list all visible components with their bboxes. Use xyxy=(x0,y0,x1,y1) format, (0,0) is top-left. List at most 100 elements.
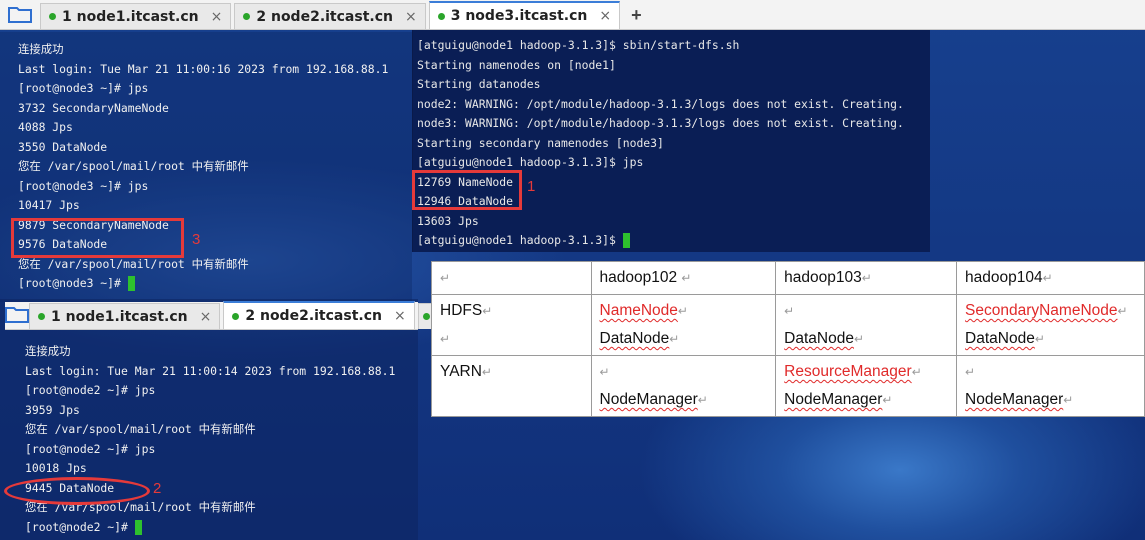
return-mark-icon: ↵ xyxy=(911,365,922,379)
close-icon[interactable]: × xyxy=(394,308,406,324)
terminal-line: [root@node2 ~]# jps xyxy=(25,441,156,456)
close-icon[interactable]: × xyxy=(200,309,212,325)
table-cell: ↵ xyxy=(431,261,592,295)
role-datanode: DataNode xyxy=(784,330,854,347)
terminal-line: node3: WARNING: /opt/module/hadoop-3.1.3… xyxy=(417,116,904,130)
table-cell: ↵ NodeManager↵ xyxy=(590,355,777,417)
close-icon[interactable]: × xyxy=(599,8,611,24)
tab-node2[interactable]: 2 node2.itcast.cn × xyxy=(234,3,426,29)
tab-node1[interactable]: 1 node1.itcast.cn × xyxy=(29,303,221,329)
cursor xyxy=(127,276,135,291)
table-header-cell: hadoop103↵ xyxy=(775,261,958,295)
tab-node3[interactable]: 3 node3.itcast.cn × xyxy=(428,1,621,29)
return-mark-icon: ↵ xyxy=(1042,271,1053,285)
terminal-line: 连接成功 xyxy=(18,42,64,56)
table-cell: YARN↵ xyxy=(431,355,592,417)
terminal-line: [root@node3 ~]# jps xyxy=(18,81,149,95)
terminal-line: Last login: Tue Mar 21 11:00:16 2023 fro… xyxy=(18,61,389,76)
terminal-line: 您在 /var/spool/mail/root 中有新邮件 xyxy=(25,422,256,436)
table-cell: ↵ DataNode↵ xyxy=(775,294,958,356)
highlight-ellipse-node2 xyxy=(4,477,150,505)
return-mark-icon: ↵ xyxy=(681,271,692,285)
return-mark-icon: ↵ xyxy=(784,304,795,318)
terminal-line: 4088 Jps xyxy=(18,120,73,134)
tab-label: 1 node1.itcast.cn xyxy=(51,308,188,325)
role-nodemanager: NodeManager xyxy=(965,391,1064,408)
prompt-text: [root@node2 ~]# xyxy=(25,519,135,534)
connected-dot-icon xyxy=(38,313,45,320)
role-resourcemanager: ResourceManager xyxy=(784,363,912,380)
table-row-yarn: YARN↵ ↵ NodeManager↵ ResourceManager↵ Node… xyxy=(431,355,1145,417)
prompt-text: [atguigu@node1 hadoop-3.1.3]$ xyxy=(417,233,623,247)
tab-label: 2 node2.itcast.cn xyxy=(256,8,393,25)
return-mark-icon: ↵ xyxy=(440,271,451,285)
node2-tab-bar: 1 node1.itcast.cn × 2 node2.itcast.cn × xyxy=(5,299,435,330)
terminal-line: 13603 Jps xyxy=(417,213,479,228)
annotation-number-3: 3 xyxy=(192,231,201,248)
node2-terminal[interactable]: 连接成功 Last login: Tue Mar 21 11:00:14 2023… xyxy=(7,337,418,540)
return-mark-icon: ↵ xyxy=(481,365,492,379)
return-mark-icon: ↵ xyxy=(440,332,451,346)
return-mark-icon: ↵ xyxy=(599,365,610,379)
close-icon[interactable]: × xyxy=(211,9,223,25)
terminal-line: Starting secondary namenodes [node3] xyxy=(417,135,664,150)
terminal-line: 您在 /var/spool/mail/root 中有新邮件 xyxy=(18,159,249,173)
prompt-text: [root@node3 ~]# xyxy=(18,276,128,290)
return-mark-icon: ↵ xyxy=(677,304,688,318)
connected-dot-icon xyxy=(232,312,240,320)
table-header-cell: hadoop102 ↵ xyxy=(590,261,777,295)
add-tab-button[interactable]: + xyxy=(623,1,650,29)
cursor xyxy=(134,519,142,535)
terminal-line: Last login: Tue Mar 21 11:00:14 2023 fro… xyxy=(25,363,396,378)
node3-terminal[interactable]: 连接成功 Last login: Tue Mar 21 11:00:16 2023… xyxy=(0,32,412,302)
table-header-row: ↵ hadoop102 ↵ hadoop103↵ hadoop104↵ xyxy=(431,261,1145,295)
return-mark-icon: ↵ xyxy=(482,304,493,318)
table-cell: HDFS↵ ↵ xyxy=(431,294,592,356)
tab-node1[interactable]: 1 node1.itcast.cn × xyxy=(40,3,232,29)
return-mark-icon: ↵ xyxy=(882,393,893,407)
terminal-line: [root@node2 ~]# jps xyxy=(25,383,156,397)
table-cell: ↵ NodeManager↵ xyxy=(956,355,1145,417)
close-icon[interactable]: × xyxy=(405,9,417,25)
table-cell: SecondaryNameNode↵ DataNode↵ xyxy=(956,294,1145,356)
table-header-cell: hadoop104↵ xyxy=(956,261,1145,295)
terminal-line: 10018 Jps xyxy=(25,461,87,475)
role-secondarynamenode: SecondaryNameNode xyxy=(965,302,1118,319)
terminal-line: [root@node3 ~]# jps xyxy=(18,178,149,193)
terminal-line: Starting namenodes on [node1] xyxy=(417,57,616,72)
terminal-prompt-line: [atguigu@node1 hadoop-3.1.3]$ xyxy=(417,231,930,251)
return-mark-icon: ↵ xyxy=(853,332,865,346)
terminal-line: [atguigu@node1 hadoop-3.1.3]$ sbin/start… xyxy=(417,38,740,52)
return-mark-icon: ↵ xyxy=(861,271,872,285)
terminal-prompt-line: [root@node2 ~]# xyxy=(25,518,418,538)
role-nodemanager: NodeManager xyxy=(599,391,698,408)
tab-label: 2 node2.itcast.cn xyxy=(245,308,382,324)
folder-icon[interactable] xyxy=(5,299,29,329)
annotation-number-1: 1 xyxy=(527,178,536,195)
role-datanode: DataNode xyxy=(599,330,670,347)
terminal-line: node2: WARNING: /opt/module/hadoop-3.1.3… xyxy=(417,96,904,111)
header-hadoop102: hadoop102 xyxy=(599,269,678,286)
row-label-hdfs: HDFS xyxy=(440,302,483,319)
highlight-box-node3 xyxy=(11,218,184,258)
tab-node2[interactable]: 2 node2.itcast.cn × xyxy=(223,301,415,329)
tab-label: 3 node3.itcast.cn xyxy=(450,8,588,24)
table-cell: NameNode↵ DataNode↵ xyxy=(590,294,777,356)
role-nodemanager: NodeManager xyxy=(784,391,883,408)
return-mark-icon: ↵ xyxy=(1034,332,1045,346)
terminal-line: 3550 DataNode xyxy=(18,139,108,154)
folder-icon[interactable] xyxy=(0,0,40,29)
terminal-prompt-line: [root@node3 ~]# xyxy=(18,274,412,294)
table-cell: ResourceManager↵ NodeManager↵ xyxy=(775,355,958,417)
node1-terminal[interactable]: [atguigu@node1 hadoop-3.1.3]$ sbin/start… xyxy=(412,30,930,252)
return-mark-icon: ↵ xyxy=(1063,393,1074,407)
connected-dot-icon xyxy=(437,12,445,20)
terminal-line: 3959 Jps xyxy=(25,402,80,417)
cursor xyxy=(622,233,630,248)
return-mark-icon: ↵ xyxy=(697,393,708,407)
terminal-line: Starting datanodes xyxy=(417,77,541,91)
highlight-box-node1 xyxy=(412,170,522,210)
role-datanode: DataNode xyxy=(965,330,1035,347)
return-mark-icon: ↵ xyxy=(1117,304,1128,318)
session-tab-bar: 1 node1.itcast.cn × 2 node2.itcast.cn × … xyxy=(0,0,1145,30)
